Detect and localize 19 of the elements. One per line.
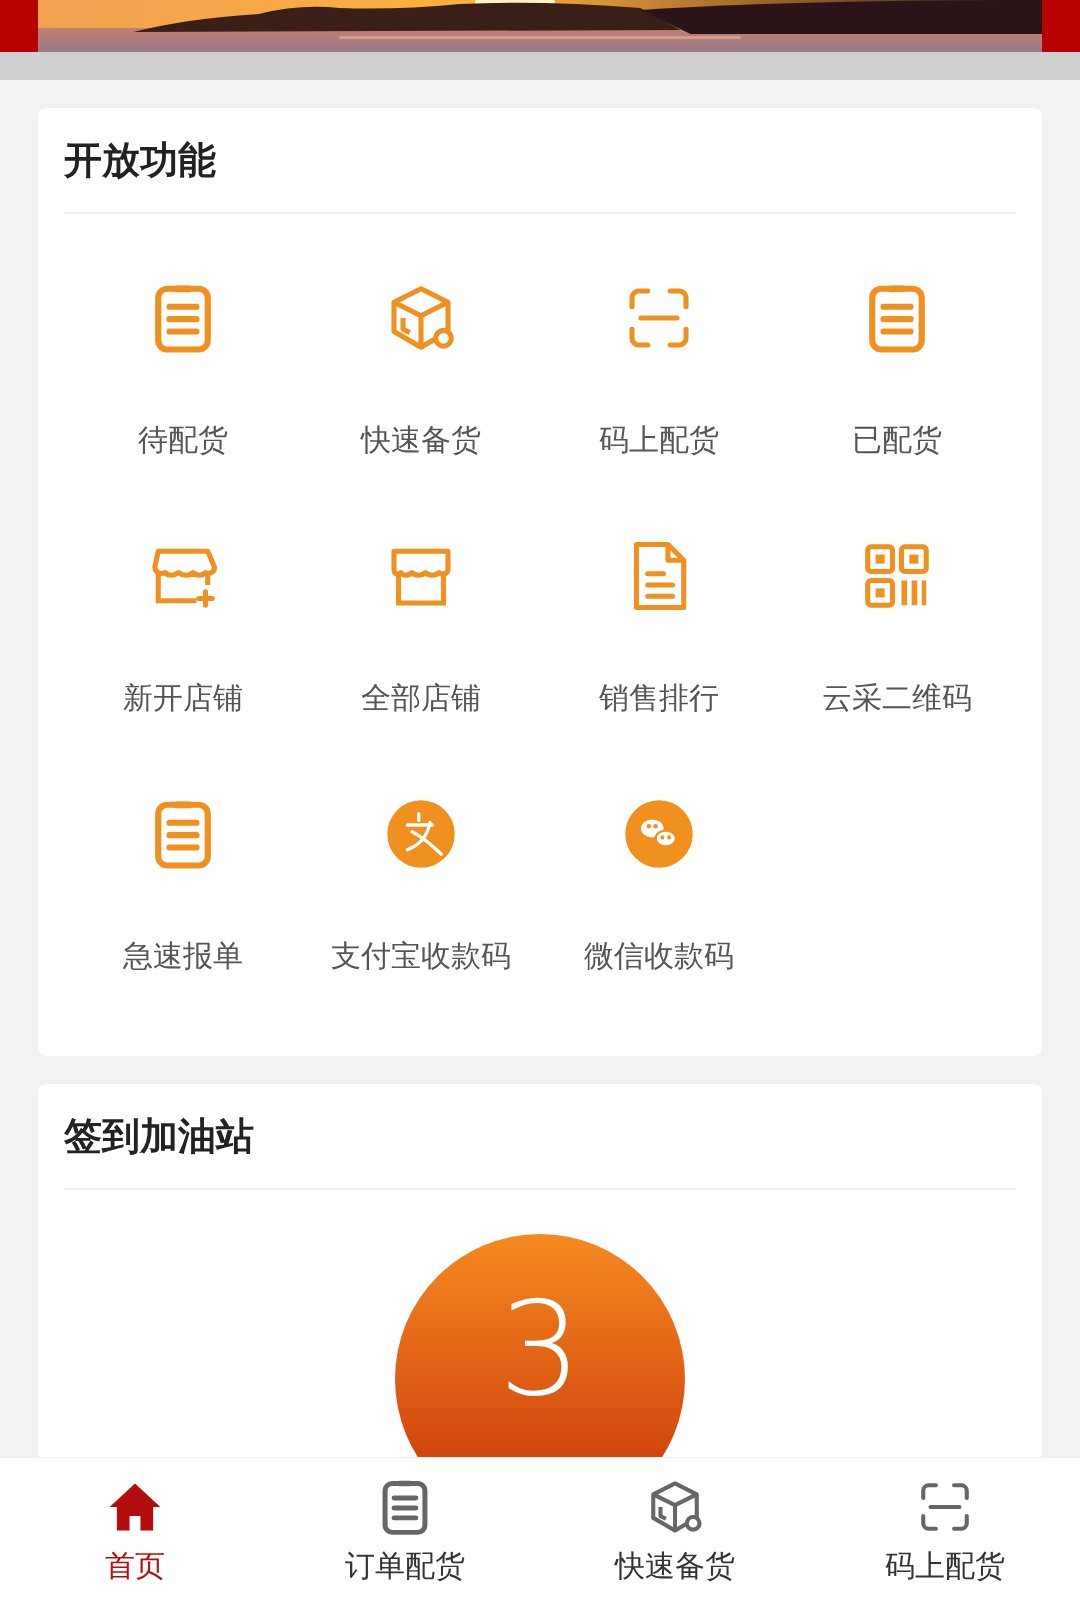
nav-tab[interactable]: 订单配货 — [270, 1458, 540, 1603]
feature-label[interactable]: 码上配货 — [599, 420, 719, 461]
section-title: 签到加油站 — [64, 1084, 1016, 1190]
feature-label[interactable]: 销售排行 — [599, 678, 719, 719]
nav-tab[interactable]: 快速备货 — [540, 1458, 810, 1603]
wechat-icon — [623, 798, 695, 870]
feature-label[interactable]: 全部店铺 — [361, 678, 481, 719]
feature-label[interactable]: 微信收款码 — [584, 936, 734, 977]
feature-label[interactable]: 已配货 — [852, 420, 942, 461]
nav-tab[interactable]: 码上配货 — [810, 1458, 1080, 1603]
feature-label[interactable]: 云采二维码 — [822, 678, 972, 719]
feature-label[interactable]: 待配货 — [138, 420, 228, 461]
alipay-icon — [385, 798, 457, 870]
feature-label[interactable]: 快速备货 — [361, 420, 481, 461]
section-title: 开放功能 — [64, 108, 1016, 214]
feature-label[interactable]: 支付宝收款码 — [331, 936, 511, 977]
feature-label[interactable]: 急速报单 — [123, 936, 243, 977]
feature-label[interactable]: 新开店铺 — [123, 678, 243, 719]
nav-tab[interactable]: 首页 — [0, 1458, 270, 1603]
